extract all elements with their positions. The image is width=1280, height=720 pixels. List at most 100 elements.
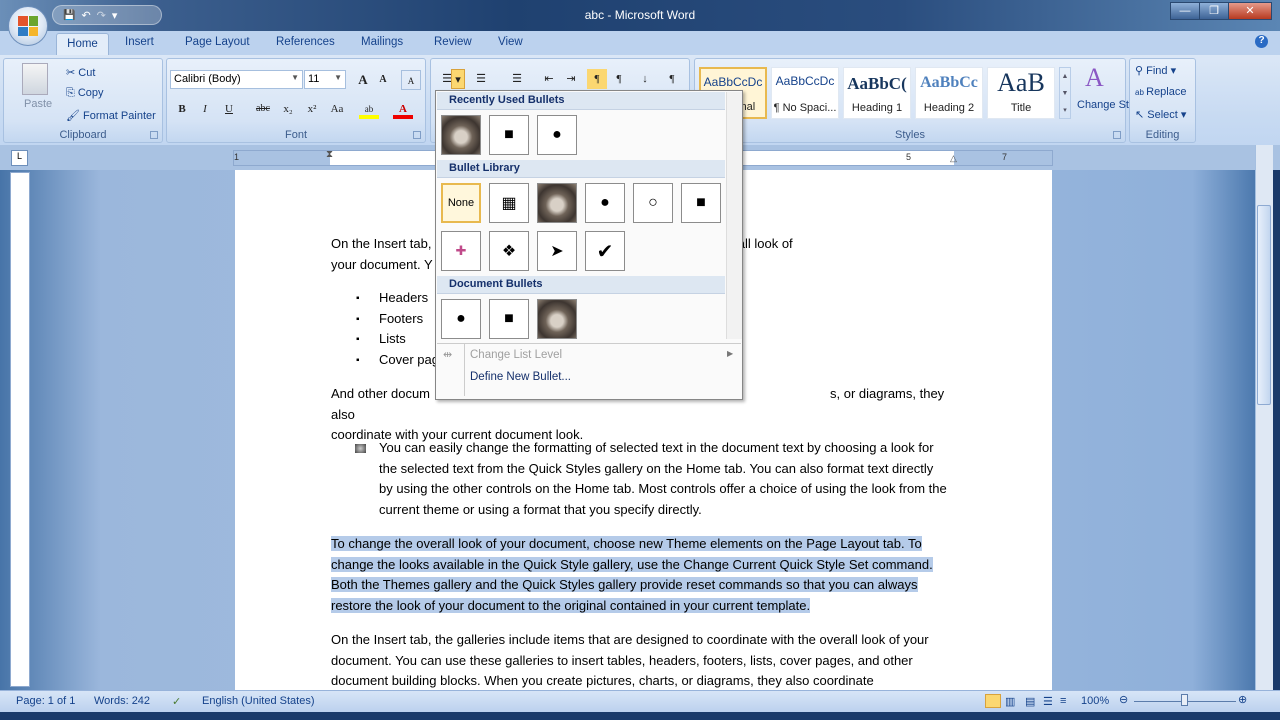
select-button[interactable]: ↖ Select ▾ [1135,108,1186,121]
close-button[interactable]: ✕ [1228,2,1272,20]
style-sample: AaBbCcDc [703,75,763,89]
tab-insert[interactable]: Insert [125,36,154,48]
bullet-option-koala[interactable] [537,183,577,223]
bullet-option-circle[interactable]: ○ [633,183,673,223]
web-layout-view-icon[interactable]: ▤ [1025,695,1035,708]
bullet-option-koala[interactable] [441,115,481,155]
highlight-button[interactable]: ab [359,99,379,119]
language[interactable]: English (United States) [202,695,315,707]
superscript-button[interactable]: x² [302,99,322,119]
bullet-option-dot[interactable]: ● [441,299,481,339]
numbering-button[interactable]: ☰ [471,69,491,89]
scrollbar-thumb[interactable] [1257,205,1271,405]
format-painter-button[interactable]: 🖌 Format Painter [66,109,156,122]
bullet-option-cross[interactable]: ✚ [441,231,481,271]
full-screen-view-icon[interactable]: ▥ [1005,695,1015,708]
bullet-option-square[interactable]: ■ [489,115,529,155]
styles-gallery-scroll[interactable]: ▲ ▼ ▾ [1059,67,1071,119]
bullet-option-none[interactable]: None [441,183,481,223]
cut-button[interactable]: ✂ Cut [66,66,95,79]
proofing-icon[interactable]: ✓ [172,695,181,708]
list-level-icon: ⇹ [443,349,453,361]
minimize-button[interactable]: — [1170,2,1200,20]
bullet-option-square[interactable]: ■ [489,299,529,339]
dialog-launcher-icon[interactable] [413,131,421,139]
bullet-option-koala[interactable] [537,299,577,339]
tab-references[interactable]: References [276,36,335,48]
multilevel-list-button[interactable]: ☰ [507,69,527,89]
outline-view-icon[interactable]: ☰ [1043,695,1053,708]
bullet-option-diamonds[interactable]: ❖ [489,231,529,271]
font-color-button[interactable]: A [393,99,413,119]
bullet-option-dot[interactable]: ● [585,183,625,223]
copy-button[interactable]: ⎘ Copy [66,87,104,100]
style-no-spacing[interactable]: AaBbCcDc ¶ No Spaci... [771,67,839,119]
show-formatting-button[interactable]: ¶ [662,69,682,89]
bullet-option-arrow[interactable]: ➤ [537,231,577,271]
style-sample: AaBbCcDc [775,74,835,88]
font-size-combo[interactable]: 11 ▼ [304,70,346,89]
italic-button[interactable]: I [195,99,215,119]
paragraph-4-selected[interactable]: To change the overall look of your docum… [331,534,951,617]
tab-selector-button[interactable]: L [11,150,28,166]
recent-bullets-header: Recently Used Bullets [437,92,725,110]
grow-font-button[interactable]: A [353,70,373,90]
style-heading-1[interactable]: AaBbC(Heading 1 [843,67,911,119]
zoom-out-icon[interactable]: ⊖ [1119,693,1128,706]
style-heading-2[interactable]: AaBbCc Heading 2 [915,67,983,119]
zoom-in-icon[interactable]: ⊕ [1238,693,1247,706]
draft-view-icon[interactable]: ≡ [1060,695,1066,707]
change-case-button[interactable]: Aa [327,99,347,119]
dropdown-scrollbar[interactable] [726,92,742,339]
cut-label: Cut [78,67,96,79]
undo-icon[interactable]: ↶ [81,9,90,22]
customize-qat-icon[interactable]: ▾ [112,9,118,22]
tab-review[interactable]: Review [434,36,472,48]
indent-marker-icon[interactable]: ⧗ [326,149,333,160]
vertical-ruler[interactable] [10,172,30,687]
right-to-left-button[interactable]: ¶ [609,69,629,89]
increase-indent-button[interactable]: ⇥ [561,69,581,89]
bullet-option-grid[interactable]: ▦ [489,183,529,223]
dialog-launcher-icon[interactable] [150,131,158,139]
dialog-launcher-icon[interactable] [1113,131,1121,139]
tab-home[interactable]: Home [56,33,109,55]
clipboard-group: Paste ✂ Cut ⎘ Copy 🖌 Format Painter Clip… [3,58,163,143]
subscript-button[interactable]: x₂ [278,99,298,119]
left-to-right-button[interactable]: ¶ [587,69,607,89]
word-count[interactable]: Words: 242 [94,695,150,707]
bold-button[interactable]: B [172,99,192,119]
shrink-font-button[interactable]: A [373,70,393,90]
tab-page-layout[interactable]: Page Layout [185,36,250,48]
bullets-dropdown-button[interactable]: ▾ [451,69,465,89]
decrease-indent-button[interactable]: ⇤ [539,69,559,89]
print-layout-view-icon[interactable] [985,694,1001,708]
right-indent-marker-icon[interactable]: △ [950,153,957,164]
tab-view[interactable]: View [498,36,523,48]
redo-icon[interactable]: ↷ [97,9,106,22]
paste-button[interactable]: Paste [24,98,52,110]
page-count[interactable]: Page: 1 of 1 [16,695,75,707]
define-new-bullet-item[interactable]: Define New Bullet... [470,371,571,383]
help-button[interactable]: ? [1255,35,1268,48]
font-group: Calibri (Body) ▼ 11 ▼ A A A B I U abc x₂ x… [166,58,426,143]
sort-button[interactable]: ↓ [635,69,655,89]
tab-mailings[interactable]: Mailings [361,36,403,48]
find-button[interactable]: ⚲ Find ▾ [1135,64,1176,77]
font-name-combo[interactable]: Calibri (Body) ▼ [170,70,303,89]
zoom-level[interactable]: 100% [1081,695,1109,707]
zoom-slider-thumb[interactable] [1181,694,1188,706]
clear-formatting-button[interactable]: A [401,70,421,90]
bullet-option-check[interactable]: ✔ [585,231,625,271]
style-title[interactable]: AaB Title [987,67,1055,119]
change-list-level-item[interactable]: Change List Level [470,349,562,361]
bullet-option-dot[interactable]: ● [537,115,577,155]
replace-button[interactable]: ab Replace [1135,86,1186,98]
scissors-icon: ✂ [66,67,79,79]
office-button[interactable] [8,6,48,46]
save-icon[interactable]: 💾 [63,10,75,21]
underline-button[interactable]: U [219,99,239,119]
bullet-option-square[interactable]: ■ [681,183,721,223]
maximize-button[interactable]: ❐ [1199,2,1229,20]
strikethrough-button[interactable]: abc [253,99,273,119]
